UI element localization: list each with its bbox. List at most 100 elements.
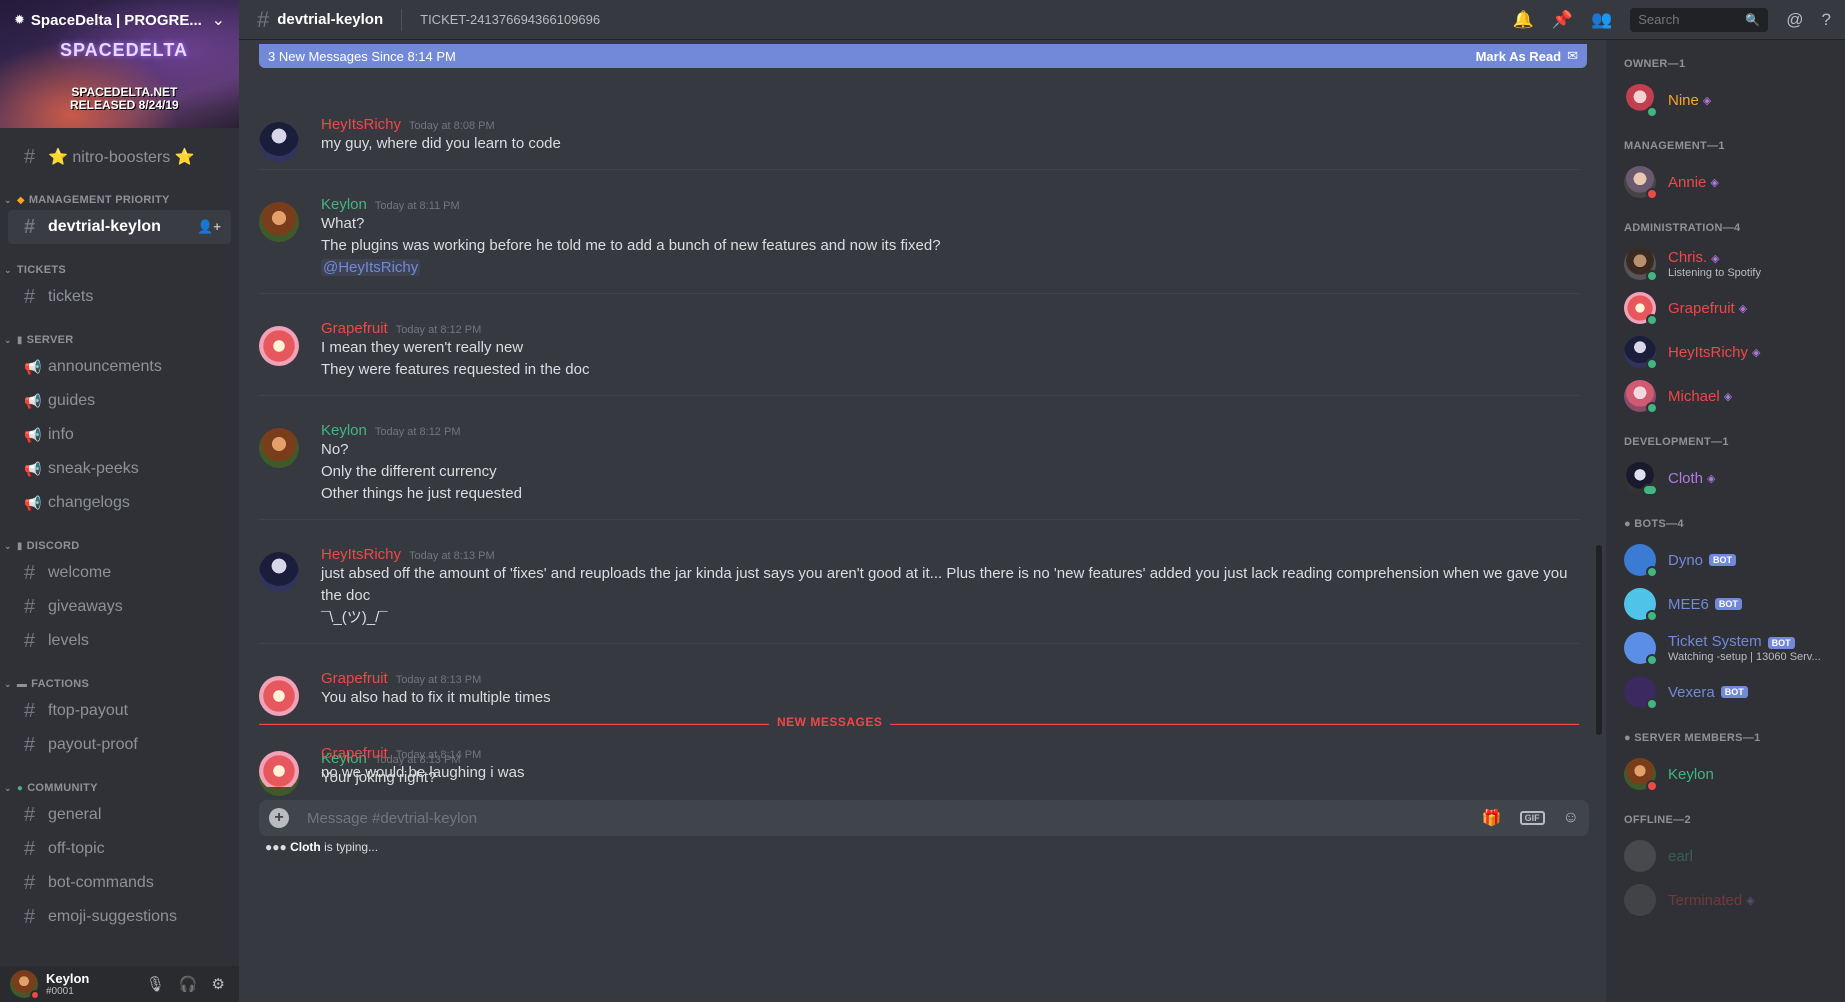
channel-emoji-suggestions[interactable]: # emoji-suggestions [8,900,231,934]
channel-ftop-payout[interactable]: # ftop-payout [8,694,231,728]
message: Keylon Today at 8:11 PM What? The plugins… [259,190,1579,294]
category-community[interactable]: ⌄ ● COMMUNITY [0,770,239,798]
author-name[interactable]: HeyItsRichy [321,116,401,133]
category-label: MANAGEMENT PRIORITY [28,194,170,206]
typing-indicator: ●●● Cloth is typing... [265,840,378,854]
channel-changelogs[interactable]: 📢 changelogs [8,486,231,520]
hash-icon: # [24,699,36,722]
status-online-icon [1646,106,1658,118]
gift-icon[interactable]: 🎁 [1482,808,1502,828]
member-list-icon[interactable]: 👥 [1591,10,1612,30]
category-label: SERVER [26,334,74,346]
channel-giveaways[interactable]: # giveaways [8,590,231,624]
headphones-icon[interactable]: 🎧 [179,975,198,993]
mark-as-read-button[interactable]: Mark As Read [1476,49,1562,64]
member-item[interactable]: Cloth ◈ [1624,456,1845,500]
avatar[interactable] [259,676,299,716]
category-tickets[interactable]: ⌄ TICKETS [0,252,239,280]
message-header: Keylon Today at 8:12 PM [321,422,1579,439]
channel-devtrial-keylon[interactable]: # devtrial-keylon 👤+ [8,210,231,244]
channel-guides[interactable]: 📢 guides [8,384,231,418]
avatar[interactable] [259,122,299,162]
channel-general[interactable]: # general [8,798,231,832]
category-factions[interactable]: ⌄ ▬ FACTIONS [0,666,239,694]
member-item[interactable]: Nine ◈ [1624,78,1845,122]
microphone-icon[interactable]: 🎙 [146,975,165,993]
message-header: Keylon Today at 8:11 PM [321,196,1579,213]
channel-off-topic[interactable]: # off-topic [8,832,231,866]
invite-member-icon[interactable]: 👤+ [197,219,221,235]
bell-icon[interactable]: 🔔 [1513,10,1534,30]
search-input[interactable]: Search 🔍 [1630,7,1769,32]
member-item[interactable]: Grapefruit ◈ [1624,286,1845,330]
category-management[interactable]: ⌄ ◆ MANAGEMENT PRIORITY [0,182,239,210]
member-item[interactable]: Ticket System BOT Watching -setup | 13060 … [1624,626,1845,670]
message-partial: Grapefruit Today at 8:14 PM no we would b… [259,745,1579,787]
member-item[interactable]: MEE6 BOT [1624,582,1845,626]
gif-icon[interactable]: GIF [1519,811,1545,825]
chevron-down-icon: ⌄ [4,195,12,205]
chevron-down-icon[interactable]: ⌄ [212,10,225,30]
pin-icon[interactable]: 📌 [1552,10,1573,30]
hash-icon: # [24,837,36,860]
message-input[interactable]: + Message #devtrial-keylon 🎁 GIF ☺ [259,800,1589,836]
discord-app: ✹ SpaceDelta | PROGRE... ⌄ SPACEDELTA SP… [0,0,1845,1002]
author-name[interactable]: HeyItsRichy [321,546,401,563]
timestamp: Today at 8:13 PM [395,674,482,686]
channel-payout-proof[interactable]: # payout-proof [8,728,231,762]
member-item[interactable]: Michael ◈ [1624,374,1845,418]
member-item[interactable]: Annie ◈ [1624,160,1845,204]
avatar[interactable] [10,970,40,1000]
member-item[interactable]: Terminated ◈ [1624,878,1845,922]
channel-sneak-peeks[interactable]: 📢 sneak-peeks [8,452,231,486]
avatar [1624,462,1658,496]
avatar[interactable] [259,552,299,592]
banner-logo: SPACEDELTA [60,40,189,60]
user-mention[interactable]: @HeyItsRichy [321,259,421,276]
channel-announcements[interactable]: 📢 announcements [8,350,231,384]
new-messages-bar[interactable]: 3 New Messages Since 8:14 PM Mark As Rea… [259,44,1587,68]
author-name[interactable]: Grapefruit [321,320,388,337]
channel-nitro-boosters[interactable]: # ⭐ nitro-boosters ⭐ [8,140,231,174]
category-discord[interactable]: ⌄ ▮ DISCORD [0,528,239,556]
emoji-icon[interactable]: ☺ [1563,809,1579,827]
help-icon[interactable]: ? [1822,10,1831,30]
hash-icon: # [24,215,36,238]
avatar[interactable] [259,326,299,366]
mark-read-icon[interactable]: ✉ [1567,48,1578,64]
book-icon: ▮ [16,541,23,552]
scrollbar[interactable] [1596,545,1602,735]
timestamp: Today at 8:14 PM [395,749,482,761]
member-item[interactable]: Vexera BOT [1624,670,1845,714]
member-item[interactable]: earl [1624,834,1845,878]
member-item[interactable]: Chris. ◈ Listening to Spotify [1624,242,1845,286]
author-name[interactable]: Grapefruit [321,670,388,687]
avatar[interactable] [259,751,299,787]
channel-levels[interactable]: # levels [8,624,231,658]
avatar[interactable] [259,202,299,242]
channel-bot-commands[interactable]: # bot-commands [8,866,231,900]
chevron-down-icon: ⌄ [4,265,12,275]
upload-plus-icon[interactable]: + [269,808,289,828]
mention-icon[interactable]: @ [1786,10,1803,30]
message-header: HeyItsRichy Today at 8:08 PM [321,116,1579,133]
member-item[interactable]: Dyno BOT [1624,538,1845,582]
globe-icon: ● [16,783,24,794]
member-item[interactable]: Keylon [1624,752,1845,796]
author-name[interactable]: Keylon [321,196,367,213]
channel-tickets[interactable]: # tickets [8,280,231,314]
avatar[interactable] [259,428,299,468]
new-messages-text: 3 New Messages Since 8:14 PM [268,48,456,64]
member-item[interactable]: HeyItsRichy ◈ [1624,330,1845,374]
chevron-down-icon: ⌄ [4,335,12,345]
author-name[interactable]: Keylon [321,422,367,439]
channel-welcome[interactable]: # welcome [8,556,231,590]
gear-icon[interactable]: ⚙ [212,975,225,993]
author-name[interactable]: Grapefruit [321,745,388,762]
category-server[interactable]: ⌄ ▮ SERVER [0,322,239,350]
channel-info[interactable]: 📢 info [8,418,231,452]
avatar [1624,292,1658,326]
server-header[interactable]: ✹ SpaceDelta | PROGRE... ⌄ [0,0,239,40]
status-online-icon [1646,698,1658,710]
user-info: Keylon #0001 [46,971,89,997]
